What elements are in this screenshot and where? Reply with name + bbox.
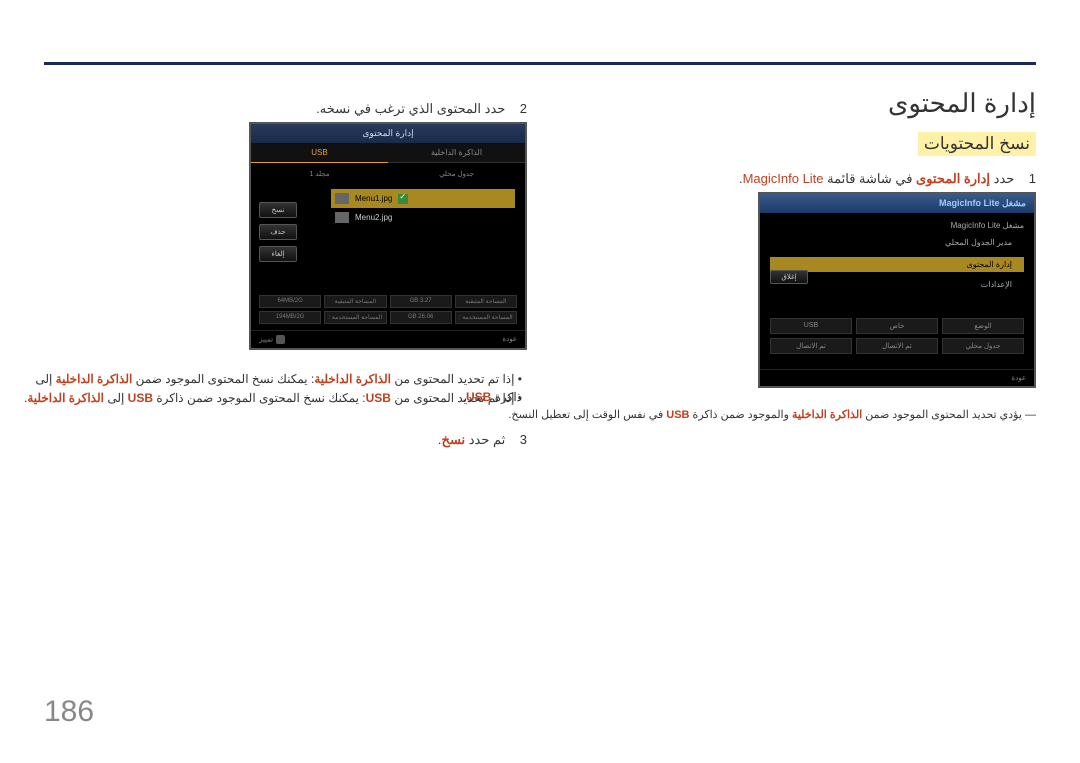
screenshot-content-mgmt: إدارة المحتوى الذاكرة الداخلية USB جدول … xyxy=(249,122,527,350)
shot2-copy-btn: نسخ xyxy=(259,202,297,218)
fn-em2: USB xyxy=(666,409,689,421)
thumbnail-icon xyxy=(335,193,349,204)
stat-a-label: المساحة المتبقية xyxy=(455,295,517,308)
step3-bold: نسخ xyxy=(442,432,466,447)
bullet2: • إذا تم تحديد المحتوى من USB: يمكنك نسخ… xyxy=(17,389,522,407)
stat-b-label: المساحة المتبقية xyxy=(324,295,386,308)
shot2-item2: Menu2.jpg xyxy=(331,208,515,227)
step1: 1 حدد إدارة المحتوى في شاشة قائمة MagicI… xyxy=(739,171,1036,187)
stat-d-label: المساحة المستخدمة : xyxy=(324,311,386,324)
stat-d-val: 194MB/2G xyxy=(259,311,321,324)
shot2-mark-label: تمييز xyxy=(259,336,273,343)
shot2-sub-a: جدول محلي xyxy=(388,167,525,181)
shot1-titlebar: مشغل MagicInfo Lite xyxy=(760,194,1034,213)
b2-mid2: إلى xyxy=(104,391,128,405)
shot2-tabs: الذاكرة الداخلية USB xyxy=(251,143,525,163)
step1-num: 1 xyxy=(1029,171,1036,186)
stat-b-val: 64MB/2G xyxy=(259,295,321,308)
shot2-sub-b: مجلد 1 xyxy=(251,167,388,181)
shot1-cell-b: خاص xyxy=(856,318,938,334)
footnote: ― يؤدي تحديد المحتوى الموجود ضمن الذاكرة… xyxy=(36,408,1036,421)
b2-em3: الذاكرة الداخلية xyxy=(27,391,104,405)
shot1-close-btn: إغلاق xyxy=(770,270,808,284)
fn-text2: والموجود ضمن ذاكرة xyxy=(690,409,792,421)
shot1-body: مشغل MagicInfo Lite مدير الجدول المحلي إ… xyxy=(760,213,1034,307)
shot2-tab-usb: USB xyxy=(251,143,388,163)
step2-text: حدد المحتوى الذي ترغب في نسخه. xyxy=(316,101,505,116)
shot1-row2-highlighted: إدارة المحتوى xyxy=(770,257,1024,272)
step1-text2: في شاشة قائمة xyxy=(824,171,917,186)
shot1-cell-f: تم الاتصال xyxy=(770,338,852,354)
shot2-item1-name: Menu1.jpg xyxy=(355,194,392,203)
step1-text: حدد xyxy=(990,171,1014,186)
top-border xyxy=(44,62,1036,65)
shot2-item2-name: Menu2.jpg xyxy=(355,213,392,222)
screenshot-magicinfo-menu: مشغل MagicInfo Lite مشغل MagicInfo Lite … xyxy=(758,192,1036,388)
shot1-cell-d: جدول محلي xyxy=(942,338,1024,354)
page-title: إدارة المحتوى xyxy=(888,88,1036,119)
shot2-item1-highlighted: Menu1.jpg xyxy=(331,189,515,208)
step2-num: 2 xyxy=(520,101,527,116)
fn-text3: في نفس الوقت إلى تعطيل النسخ. xyxy=(508,409,666,421)
step3: 3 ثم حدد نسخ. xyxy=(438,432,527,448)
page-number: 186 xyxy=(44,695,94,729)
stat-c-val: 26.06 GB xyxy=(390,311,452,324)
b2-em2: USB xyxy=(128,391,153,405)
step1-bold: إدارة المحتوى xyxy=(916,171,990,186)
thumbnail-icon xyxy=(335,212,349,223)
stat-c-label: المساحة المستخدمة : xyxy=(455,311,517,324)
step3-num: 3 xyxy=(520,432,527,447)
b1-mid: : يمكنك نسخ المحتوى الموجود ضمن xyxy=(132,372,314,386)
b1-em2: الذاكرة الداخلية xyxy=(56,372,133,386)
shot2-cancel-btn: إلغاء xyxy=(259,246,297,262)
shot2-titlebar: إدارة المحتوى xyxy=(251,124,525,143)
shot2-subhead: جدول محلي مجلد 1 xyxy=(251,163,525,185)
shot2-back: عودة xyxy=(502,335,517,344)
shot1-cell-c: USB xyxy=(770,318,852,334)
shot2-delete-btn: حذف xyxy=(259,224,297,240)
step1-product: MagicInfo Lite xyxy=(743,171,824,186)
fn-text: يؤدي تحديد المحتوى الموجود ضمن xyxy=(862,409,1022,421)
shot2-footer: عودة تمييز xyxy=(251,330,525,348)
shot2-mark: تمييز xyxy=(259,335,285,344)
step3-text: ثم حدد xyxy=(465,432,505,447)
stat-a-val: 3.27 GB xyxy=(390,295,452,308)
shot2-tab-internal: الذاكرة الداخلية xyxy=(388,143,525,163)
b2-lead: • إذا تم تحديد المحتوى من xyxy=(391,391,522,405)
shot1-h2: مشغل MagicInfo Lite xyxy=(770,221,1024,230)
shot1-row3: الإعدادات xyxy=(770,280,1024,289)
check-icon xyxy=(398,194,408,204)
mark-icon xyxy=(276,335,285,344)
b2-mid: : يمكنك نسخ المحتوى الموجود ضمن ذاكرة xyxy=(153,391,366,405)
b2-em1: USB xyxy=(366,391,391,405)
shot1-bottom: الوضع خاص USB جدول محلي تم الاتصال تم ال… xyxy=(760,318,1034,358)
shot1-row1: مدير الجدول المحلي xyxy=(770,238,1024,247)
shot1-footer: عودة xyxy=(760,369,1034,386)
b1-em1: الذاكرة الداخلية xyxy=(314,372,391,386)
fn-em1: الذاكرة الداخلية xyxy=(792,409,862,421)
b1-lead: • إذا تم تحديد المحتوى من xyxy=(391,372,522,386)
fn-dash: ― xyxy=(1025,409,1036,421)
shot2-stats: المساحة المتبقية 3.27 GB المساحة المتبقي… xyxy=(259,295,517,324)
shot1-cell-a: الوضع xyxy=(942,318,1024,334)
step2: 2 حدد المحتوى الذي ترغب في نسخه. xyxy=(316,101,527,117)
section-title: نسخ المحتويات xyxy=(918,132,1036,156)
shot1-cell-e: تم الاتصال xyxy=(856,338,938,354)
shot2-side-buttons: نسخ حذف إلغاء xyxy=(259,202,297,262)
